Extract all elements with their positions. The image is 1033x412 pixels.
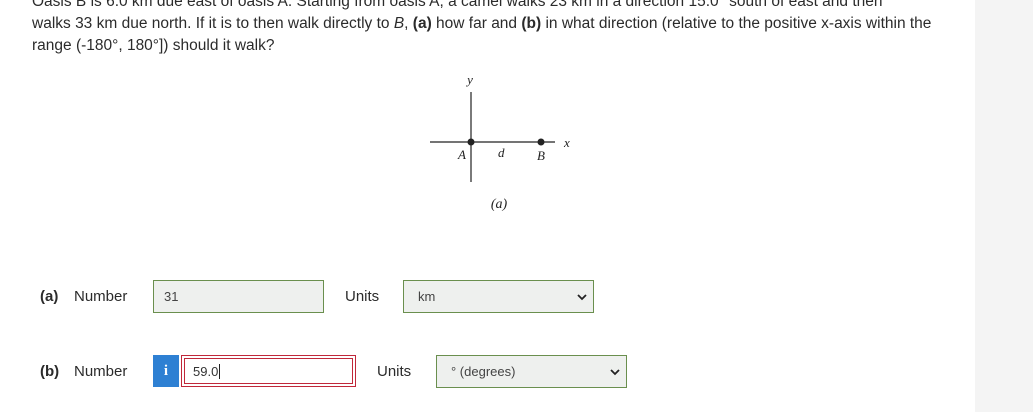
problem-text: , <box>404 15 413 32</box>
part-b-number-input[interactable]: 59.0 <box>181 355 356 387</box>
part-a-number-value: 31 <box>164 289 179 304</box>
part-b-number-value: 59.0 <box>193 363 219 379</box>
part-b-units-value: ° (degrees) <box>451 364 516 379</box>
problem-line-3: range (-180°, 180°]) should it walk? <box>32 37 275 54</box>
distance-label: d <box>498 145 505 160</box>
chevron-down-icon <box>577 290 587 304</box>
question-panel: Oasis B is 6.0 km due east of oasis A. S… <box>0 0 975 412</box>
problem-text: in what direction (relative to the posit… <box>541 15 932 32</box>
right-gutter <box>975 0 1033 412</box>
chevron-down-icon <box>610 365 620 379</box>
info-icon-glyph: i <box>163 362 169 379</box>
point-b <box>537 138 545 146</box>
part-a-units-select[interactable]: km <box>403 280 594 313</box>
text-caret <box>219 363 221 379</box>
problem-text: walks 33 km due north. If it is to then … <box>32 15 394 32</box>
part-b-units-select[interactable]: ° (degrees) <box>436 355 627 388</box>
info-icon[interactable]: i <box>153 355 179 387</box>
problem-var-b: B <box>393 15 405 32</box>
point-a <box>467 138 475 146</box>
part-a-number-label: Number <box>74 288 128 305</box>
part-b-tag: (b) <box>40 363 60 380</box>
part-b-label: (b) <box>40 363 59 380</box>
part-a-units-value: km <box>418 289 436 304</box>
figure-caption: (a) <box>491 197 508 212</box>
x-axis-label: x <box>563 135 570 150</box>
part-a-label: (a) <box>40 288 58 305</box>
point-b-label: B <box>537 148 545 163</box>
part-b-units-label: Units <box>377 363 412 380</box>
problem-text: how far and <box>431 15 522 32</box>
problem-line-1: Oasis B is 6.0 km due east of oasis A. S… <box>32 0 883 10</box>
coordinate-figure: y x A d B (a) <box>430 70 600 220</box>
point-a-label: A <box>457 147 466 162</box>
y-axis-label: y <box>465 72 473 87</box>
part-a-units-label: Units <box>345 288 380 305</box>
problem-statement: Oasis B is 6.0 km due east of oasis A. S… <box>32 0 962 57</box>
problem-part-b-tag: (b) <box>521 15 542 32</box>
problem-part-a-tag: (a) <box>412 15 432 32</box>
part-b-number-label: Number <box>74 363 128 380</box>
part-a-number-input[interactable]: 31 <box>153 280 324 313</box>
part-b-number-field[interactable]: 59.0 <box>184 358 353 384</box>
problem-line-2: walks 33 km due north. If it is to then … <box>32 13 962 35</box>
part-a-tag: (a) <box>40 288 59 305</box>
